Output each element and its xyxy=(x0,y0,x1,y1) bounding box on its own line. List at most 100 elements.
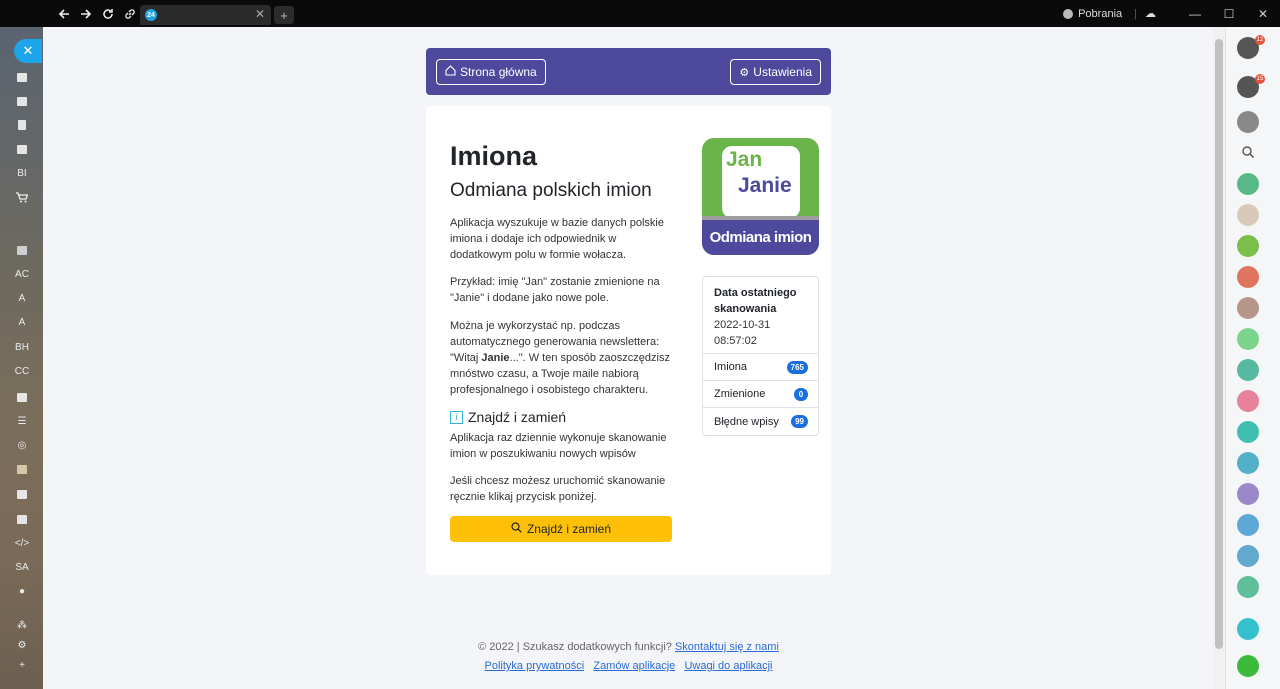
search-icon[interactable] xyxy=(1237,141,1259,163)
sidebar-document-icon[interactable] xyxy=(8,115,36,135)
maximize-button[interactable]: ☐ xyxy=(1212,7,1246,21)
sidebar-sliders-icon[interactable]: ☰ xyxy=(8,411,36,431)
stat-row-names: Imiona 765 xyxy=(703,354,818,381)
sidebar-item-bi[interactable]: BI xyxy=(8,163,36,183)
sidebar-cart-icon[interactable] xyxy=(8,187,36,207)
chat-bubble-icon[interactable] xyxy=(1237,618,1259,640)
phone-contact-icon[interactable] xyxy=(1237,545,1259,567)
sidebar-dashboard-icon[interactable] xyxy=(8,67,36,87)
tab-favicon: 24 xyxy=(145,9,157,21)
sidebar-item-sa[interactable]: SA xyxy=(8,557,36,577)
phone-contact-icon[interactable] xyxy=(1237,421,1259,443)
help-badge: 12 xyxy=(1255,35,1265,45)
find-replace-button[interactable]: Znajdź i zamień xyxy=(450,516,672,542)
schedule-paragraph: Aplikacja raz dziennie wykonuje skanowan… xyxy=(450,432,667,460)
page-title: Imiona xyxy=(450,141,538,171)
phone-contact-icon[interactable] xyxy=(1237,483,1259,505)
reload-icon[interactable] xyxy=(97,3,119,25)
app-logo: Jan Janie Odmiana imion xyxy=(702,138,819,255)
phone-contact-icon[interactable] xyxy=(1237,266,1259,288)
download-icon xyxy=(1063,8,1074,19)
logo-line-1: Jan xyxy=(726,148,763,171)
close-window-button[interactable]: ✕ xyxy=(1246,7,1280,21)
settings-button[interactable]: ⚙ Ustawienia xyxy=(730,59,821,85)
tab-close-icon[interactable]: ✕ xyxy=(255,7,265,21)
sidebar-card-icon[interactable] xyxy=(8,459,36,479)
home-label: Strona główna xyxy=(460,65,537,79)
phone-contact-icon[interactable] xyxy=(1237,297,1259,319)
sidebar-code-icon[interactable]: </> xyxy=(8,533,36,553)
notifications-badge: 15 xyxy=(1255,74,1265,84)
sidebar-video-icon[interactable] xyxy=(8,387,36,407)
left-sidebar: ✕ BI AC A A BH CC ☰ ◎ </> SA ● ⁂ ⚙ + xyxy=(0,27,43,689)
main-content: Strona główna ⚙ Ustawienia Imiona Odmian… xyxy=(43,27,1213,689)
count-badge: 765 xyxy=(786,361,808,374)
sidebar-target-icon[interactable]: ◎ xyxy=(8,435,36,455)
phone-contact-icon[interactable] xyxy=(1237,359,1259,381)
count-badge: 99 xyxy=(791,415,808,428)
forward-icon[interactable] xyxy=(75,3,97,25)
phone-contact-icon[interactable] xyxy=(1237,576,1259,598)
sidebar-circle-icon[interactable]: ● xyxy=(8,581,36,601)
feedback-link[interactable]: Uwagi do aplikacji xyxy=(684,660,772,672)
cloud-icon[interactable]: ☁ xyxy=(1145,7,1156,20)
app-navbar: Strona główna ⚙ Ustawienia xyxy=(426,48,831,95)
copyright-text: © 2022 | Szukasz dodatkowych funkcji? xyxy=(478,641,672,653)
sidebar-print-icon[interactable] xyxy=(8,139,36,159)
sidebar-gear-icon[interactable]: ⚙ xyxy=(8,635,36,655)
link-icon[interactable] xyxy=(119,3,141,25)
sidebar-item-bh[interactable]: BH xyxy=(8,337,36,357)
sidebar-close-button[interactable]: ✕ xyxy=(14,39,42,63)
section-title: Znajdź i zamień xyxy=(468,409,567,425)
sidebar-box-icon[interactable] xyxy=(8,240,36,260)
phone-call-icon[interactable] xyxy=(1237,655,1259,677)
search-icon xyxy=(511,522,522,536)
back-icon[interactable] xyxy=(53,3,75,25)
new-tab-button[interactable]: + xyxy=(274,6,294,24)
sidebar-sitemap-icon[interactable]: ⁂ xyxy=(8,615,36,635)
manual-paragraph: Jeśli chcesz możesz uruchomić skanowanie… xyxy=(450,475,666,503)
downloads-label[interactable]: Pobrania xyxy=(1078,8,1122,20)
example-paragraph: Przykład: imię "Jan" zostanie zmienione … xyxy=(450,276,660,304)
sidebar-add-icon[interactable]: + xyxy=(8,655,36,675)
scan-info: Data ostatniego skanowania 2022-10-31 08… xyxy=(703,277,818,354)
chat-icon[interactable] xyxy=(1237,111,1259,133)
minimize-button[interactable]: — xyxy=(1178,7,1212,21)
stat-row-changed: Zmienione 0 xyxy=(703,381,818,408)
info-icon: i xyxy=(450,410,463,424)
phone-contact-icon[interactable] xyxy=(1237,173,1259,195)
order-link[interactable]: Zamów aplikacje xyxy=(593,660,675,672)
browser-toolbar: 24 ✕ + Pobrania | ☁ — ☐ ✕ xyxy=(0,0,1280,27)
browser-tab[interactable]: 24 ✕ xyxy=(140,5,271,25)
contact-link[interactable]: Skontaktuj się z nami xyxy=(675,641,779,653)
phone-contact-icon[interactable] xyxy=(1237,328,1259,350)
count-badge: 0 xyxy=(794,388,808,401)
sidebar-item-a2[interactable]: A xyxy=(8,312,36,332)
right-sidebar: 12 15 xyxy=(1225,27,1280,689)
scrollbar-thumb[interactable] xyxy=(1215,39,1223,649)
privacy-link[interactable]: Polityka prywatności xyxy=(485,660,585,672)
sidebar-chat-icon[interactable] xyxy=(8,91,36,111)
scan-label: Data ostatniego skanowania xyxy=(714,287,797,315)
sidebar-item-a1[interactable]: A xyxy=(8,288,36,308)
page-scrollbar[interactable] xyxy=(1213,27,1225,689)
stats-panel: Data ostatniego skanowania 2022-10-31 08… xyxy=(702,276,819,436)
gear-icon: ⚙ xyxy=(739,66,750,79)
sidebar-item-ac[interactable]: AC xyxy=(8,264,36,284)
page-footer: © 2022 | Szukasz dodatkowych funkcji? Sk… xyxy=(426,638,831,676)
logo-line-2: Janie xyxy=(738,174,792,197)
phone-contact-icon[interactable] xyxy=(1237,452,1259,474)
section-heading: i Znajdź i zamień xyxy=(450,409,566,425)
stat-row-errors: Błędne wpisy 99 xyxy=(703,408,818,435)
phone-contact-icon[interactable] xyxy=(1237,235,1259,257)
avatar[interactable] xyxy=(1237,204,1259,226)
phone-contact-icon[interactable] xyxy=(1237,514,1259,536)
find-replace-label: Znajdź i zamień xyxy=(526,522,612,536)
usage-paragraph: Można je wykorzystać np. podczas automat… xyxy=(450,320,670,396)
phone-contact-icon[interactable] xyxy=(1237,390,1259,412)
page-subtitle: Odmiana polskich imion xyxy=(450,180,652,201)
sidebar-robot-icon[interactable] xyxy=(8,484,36,504)
sidebar-item-cc[interactable]: CC xyxy=(8,361,36,381)
home-button[interactable]: Strona główna xyxy=(436,59,546,85)
sidebar-package-icon[interactable] xyxy=(8,509,36,529)
